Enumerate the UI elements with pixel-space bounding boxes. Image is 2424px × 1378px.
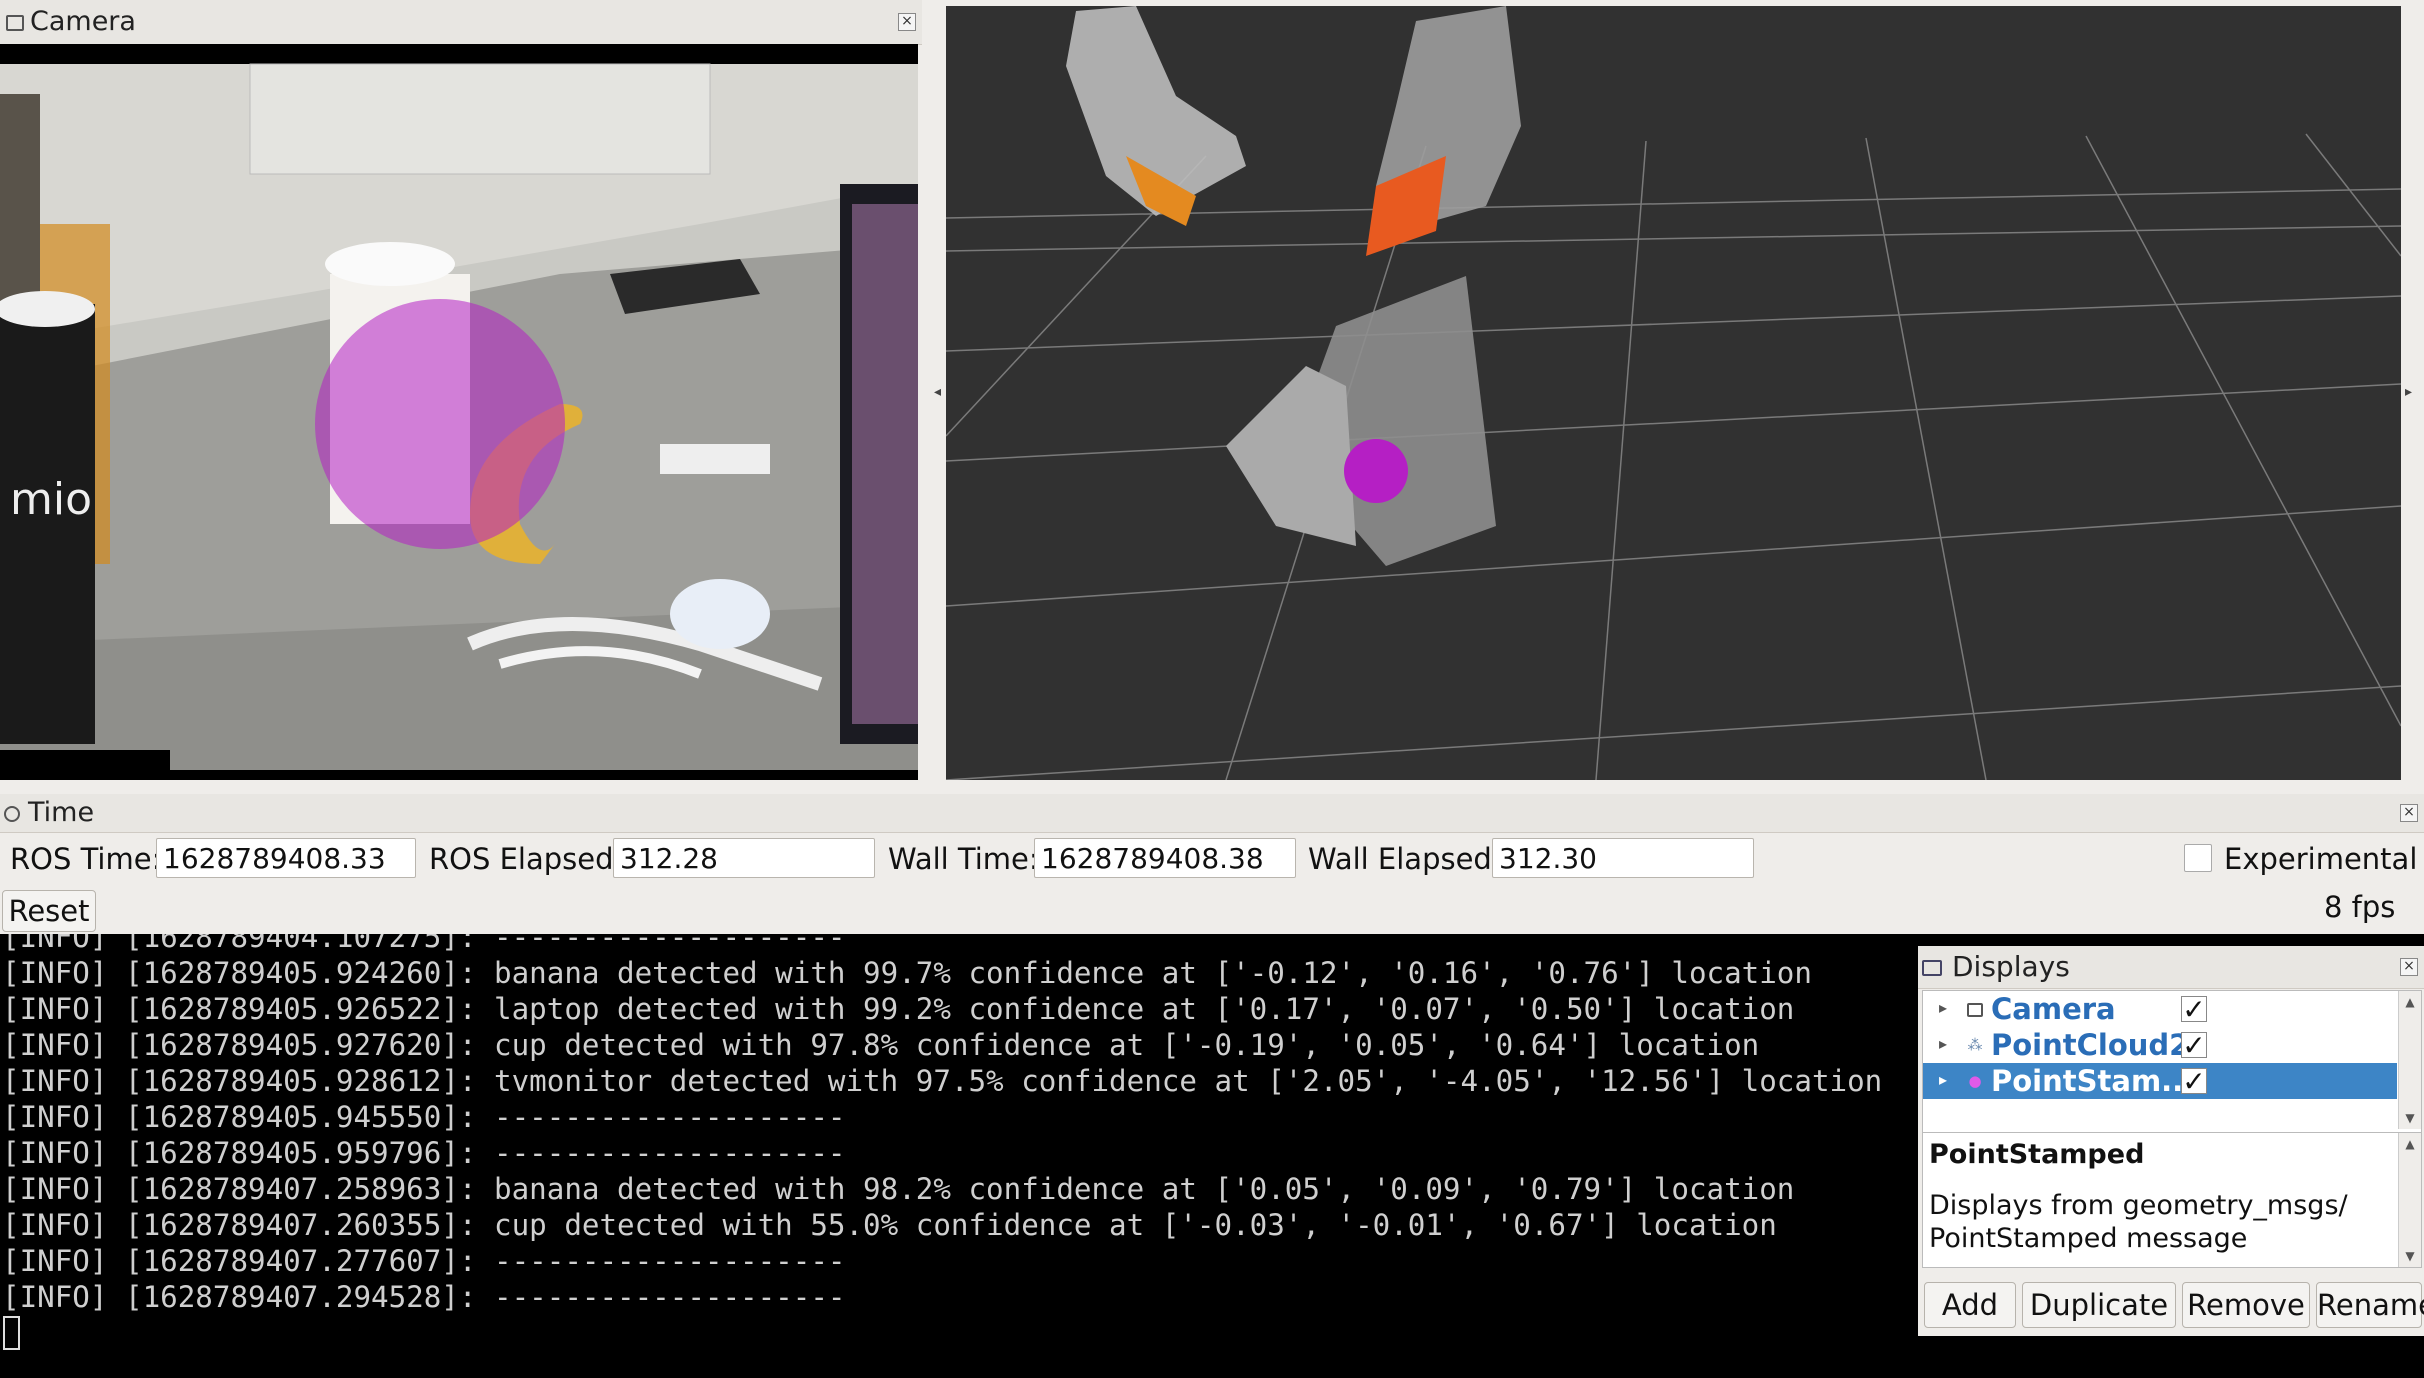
scroll-up-icon[interactable]: ▲	[2399, 1137, 2421, 1151]
description-title: PointStamped	[1929, 1139, 2145, 1170]
log-line: [INFO] [1628789407.258963]: banana detec…	[2, 1172, 1795, 1206]
ros-time-field[interactable]: 1628789408.33	[156, 838, 416, 878]
clock-icon	[4, 806, 20, 822]
log-line: [INFO] [1628789407.260355]: cup detected…	[2, 1208, 1777, 1242]
expand-arrow-icon[interactable]: ▸	[1939, 1070, 1947, 1089]
display-tree-scrollbar[interactable]: ▲ ▼	[2398, 991, 2421, 1129]
display-enabled-checkbox[interactable]: ✓	[2181, 1032, 2207, 1060]
terminal-output[interactable]: [INFO] [1628789404.107275]: ------------…	[0, 934, 1920, 1378]
display-item-pointcloud2[interactable]: ▸ ⁂ PointCloud2 ✓	[1923, 1027, 2397, 1063]
display-item-label: Camera	[1991, 992, 2116, 1026]
camera-image: mio	[0, 63, 918, 780]
rename-display-button[interactable]: Rename	[2316, 1282, 2424, 1328]
display-item-pointstamped[interactable]: ▸ ● PointStam... ✓	[1923, 1063, 2397, 1099]
ros-time-label: ROS Time:	[10, 842, 162, 876]
log-line: [INFO] [1628789407.294528]: ------------…	[2, 1280, 846, 1314]
time-panel-title: Time	[28, 797, 95, 828]
camera-image-view: mio	[0, 44, 918, 780]
scroll-down-icon[interactable]: ▼	[2399, 1249, 2421, 1263]
splitter-left-arrow-icon[interactable]: ◂	[934, 384, 941, 400]
splitter-right-arrow-icon[interactable]: ▸	[2405, 384, 2412, 400]
log-line: [INFO] [1628789405.959796]: ------------…	[2, 1136, 846, 1170]
expand-arrow-icon[interactable]: ▸	[1939, 1034, 1947, 1053]
wall-elapsed-field[interactable]: 312.30	[1492, 838, 1754, 878]
duplicate-display-button[interactable]: Duplicate	[2022, 1282, 2176, 1328]
display-item-camera[interactable]: ▸ Camera ✓	[1923, 991, 2397, 1027]
svg-text:mio: mio	[10, 474, 92, 525]
fps-indicator: 8 fps	[2324, 890, 2396, 924]
point-marker-icon: ●	[1968, 1072, 1982, 1090]
experimental-checkbox[interactable]	[2184, 844, 2212, 872]
display-enabled-checkbox[interactable]: ✓	[2181, 1068, 2207, 1096]
description-text: Displays from geometry_msgs/ PointStampe…	[1929, 1190, 2348, 1254]
add-display-button[interactable]: Add	[1924, 1282, 2016, 1328]
camera-panel-titlebar[interactable]: Camera ×	[0, 0, 922, 45]
log-line: [INFO] [1628789405.924260]: banana detec…	[2, 956, 1812, 990]
description-scrollbar[interactable]: ▲ ▼	[2398, 1133, 2421, 1267]
log-line: [INFO] [1628789405.945550]: ------------…	[2, 1100, 846, 1134]
camera-panel-title: Camera	[30, 6, 136, 37]
reset-button[interactable]: Reset	[2, 890, 96, 932]
time-panel: Time × ROS Time: 1628789408.33 ROS Elaps…	[0, 794, 2424, 934]
camera-icon	[1967, 1003, 1983, 1017]
close-icon[interactable]: ×	[2400, 958, 2418, 976]
displays-panel-titlebar[interactable]: Displays ×	[1918, 946, 2424, 989]
ros-elapsed-label: ROS Elapsed:	[429, 842, 624, 876]
scroll-down-icon[interactable]: ▼	[2399, 1111, 2421, 1125]
wall-elapsed-label: Wall Elapsed:	[1308, 842, 1502, 876]
display-description: PointStamped Displays from geometry_msgs…	[1922, 1132, 2422, 1268]
point-cloud-scene	[946, 6, 2401, 780]
experimental-label: Experimental	[2224, 842, 2418, 876]
display-enabled-checkbox[interactable]: ✓	[2181, 996, 2207, 1024]
point-cloud-icon: ⁂	[1967, 1036, 1983, 1054]
displays-panel-title: Displays	[1952, 950, 2070, 983]
camera-icon	[6, 15, 24, 31]
monitor-icon	[1922, 960, 1942, 976]
displays-panel: Displays × ▸ Camera ✓ ▸ ⁂ PointCloud2 ✓ …	[1918, 946, 2424, 1336]
camera-panel: Camera × mio	[0, 0, 922, 782]
remove-display-button[interactable]: Remove	[2182, 1282, 2310, 1328]
log-line: [INFO] [1628789405.928612]: tvmonitor de…	[2, 1064, 1883, 1098]
wall-time-field[interactable]: 1628789408.38	[1034, 838, 1296, 878]
ros-elapsed-field[interactable]: 312.28	[613, 838, 875, 878]
expand-arrow-icon[interactable]: ▸	[1939, 998, 1947, 1017]
wall-time-label: Wall Time:	[888, 842, 1039, 876]
log-line: [INFO] [1628789405.926522]: laptop detec…	[2, 992, 1795, 1026]
close-icon[interactable]: ×	[898, 13, 916, 31]
display-item-label: PointCloud2	[1991, 1028, 2190, 1062]
time-panel-titlebar[interactable]: Time ×	[0, 794, 2424, 833]
3d-render-view[interactable]	[946, 6, 2401, 780]
scroll-up-icon[interactable]: ▲	[2399, 995, 2421, 1009]
terminal-cursor	[3, 1316, 20, 1350]
log-line: [INFO] [1628789407.277607]: ------------…	[2, 1244, 846, 1278]
display-item-label: PointStam...	[1991, 1064, 2195, 1098]
log-line: [INFO] [1628789405.927620]: cup detected…	[2, 1028, 1760, 1062]
log-line: [INFO] [1628789404.107275]: ------------…	[2, 934, 846, 954]
close-icon[interactable]: ×	[2400, 804, 2418, 822]
